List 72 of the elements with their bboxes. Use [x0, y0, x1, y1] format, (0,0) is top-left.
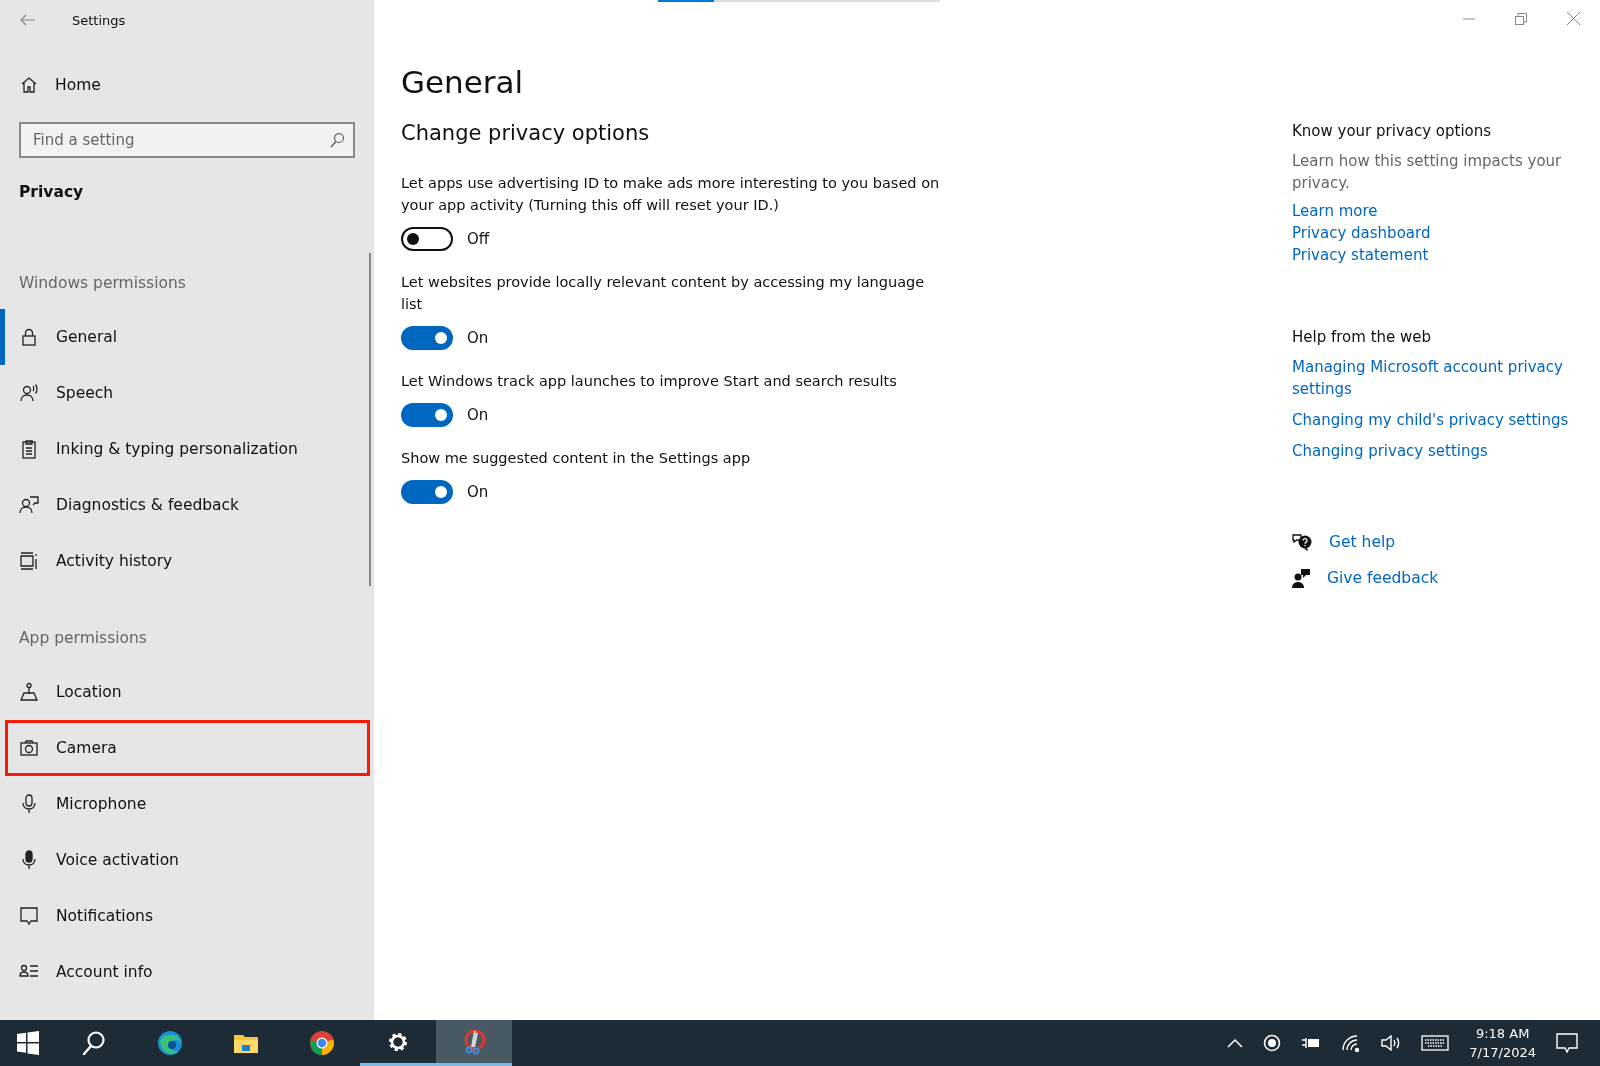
setting-description: Let apps use advertising ID to make ads more interesting to you based on your app activity (Turning this off will reset your ID.) [401, 174, 941, 215]
sidebar-item[interactable]: Location [0, 664, 374, 720]
help-link[interactable]: Privacy dashboard [1292, 222, 1582, 244]
camera-icon [19, 738, 39, 758]
back-arrow-icon[interactable] [20, 14, 36, 26]
location-person-icon [19, 682, 39, 702]
section-title: Privacy [19, 183, 85, 203]
search-icon [329, 132, 345, 148]
sidebar-item[interactable]: Account info [0, 944, 374, 1000]
help-link[interactable]: Changing privacy settings [1292, 440, 1582, 462]
clipboard-icon [19, 439, 39, 459]
toggle-state: Off [467, 230, 490, 248]
page-title: General [401, 63, 525, 102]
help-link[interactable]: Privacy statement [1292, 244, 1582, 266]
aside-text: Learn how this setting impacts your privacy. [1292, 151, 1563, 194]
notification-icon[interactable] [1556, 1032, 1578, 1054]
sidebar-item[interactable]: Inking & typing personalization [0, 421, 374, 477]
sidebar-item[interactable]: Diagnostics & feedback [0, 477, 374, 533]
toggle-state: On [467, 329, 489, 347]
clock-time: 9:18 AM [1475, 1025, 1530, 1043]
help-link[interactable]: Changing my child's privacy settings [1292, 409, 1582, 431]
toggle-state: On [467, 483, 489, 501]
clock-date: 7/17/2024 [1469, 1044, 1536, 1062]
help-link[interactable]: Learn more [1292, 200, 1582, 222]
chat-question-icon [1292, 533, 1312, 551]
group-heading: Windows permissions [18, 273, 187, 294]
chevron-up-icon[interactable] [1227, 1038, 1244, 1048]
timeline-icon [19, 551, 39, 571]
group-heading: App permissions [18, 628, 148, 649]
aside-heading: Know your privacy options [1292, 121, 1493, 142]
toggle-switch[interactable] [401, 480, 453, 504]
help-link[interactable]: Managing Microsoft account privacy settings [1292, 356, 1582, 400]
sidebar-item[interactable]: General [0, 309, 374, 365]
sidebar-item[interactable]: Voice activation [0, 832, 374, 888]
sidebar-item[interactable]: Speech [0, 365, 374, 421]
sidebar-item[interactable]: Activity history [0, 533, 374, 589]
action-link[interactable]: Give feedback [1327, 567, 1439, 589]
home-icon [20, 76, 38, 94]
setting-description: Show me suggested content in the Settings app [401, 449, 752, 468]
speaking-person-icon [19, 383, 39, 403]
microphone-icon [19, 850, 39, 870]
section-heading: Change privacy options [401, 120, 651, 147]
toggle-state: On [467, 406, 489, 424]
home-item[interactable]: Home [0, 60, 374, 110]
sidebar-item[interactable]: Microphone [0, 776, 374, 832]
speech-bubble-icon [19, 906, 39, 926]
setting-description: Let websites provide locally relevant content by accessing my language list [401, 273, 926, 314]
browser-icon [157, 1030, 183, 1056]
toggle-switch[interactable] [401, 227, 453, 251]
window-title: Settings [72, 12, 126, 28]
windows-logo-icon [15, 1030, 41, 1056]
keyboard-icon[interactable] [1421, 1035, 1450, 1051]
search-icon [81, 1030, 107, 1056]
sidebar-item[interactable]: Camera [5, 720, 370, 776]
toggle-switch[interactable] [401, 326, 453, 350]
person-chat-icon [19, 495, 39, 515]
record-icon[interactable] [1263, 1034, 1282, 1052]
speaker-icon[interactable] [1381, 1035, 1402, 1051]
browser-icon [309, 1030, 335, 1056]
microphone-icon [19, 794, 39, 814]
battery-charging-icon[interactable] [1301, 1036, 1322, 1050]
restore-icon[interactable] [1515, 12, 1527, 25]
search-field[interactable]: Find a setting [19, 122, 355, 158]
lock-icon [19, 327, 39, 347]
aside-heading: Help from the web [1292, 327, 1433, 348]
sidebar-item[interactable]: Notifications [0, 888, 374, 944]
close-icon[interactable] [1567, 12, 1580, 25]
toggle-switch[interactable] [401, 403, 453, 427]
person-feedback-icon [1292, 568, 1310, 588]
action-link[interactable]: Get help [1329, 531, 1396, 553]
wifi-icon[interactable] [1341, 1034, 1362, 1052]
setting-description: Let Windows track app launches to improve Start and search results [401, 372, 898, 391]
